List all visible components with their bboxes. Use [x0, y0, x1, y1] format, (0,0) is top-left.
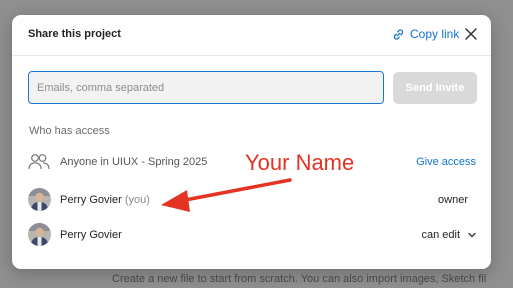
background-file-hint: Create a new file to start from scratch.…: [112, 273, 487, 285]
avatar: [28, 188, 51, 211]
role-dropdown[interactable]: can edit: [421, 229, 476, 241]
give-access-link[interactable]: Give access: [416, 156, 476, 168]
annotation-label: Your Name: [245, 150, 355, 175]
chevron-down-icon: [468, 232, 476, 238]
member-name: Perry Govier (you): [60, 194, 150, 206]
owner-role: owner: [438, 194, 468, 206]
copy-link-label: Copy link: [410, 27, 460, 41]
access-row-editor: Perry Govier can edit: [28, 220, 476, 250]
send-invite-button[interactable]: Send Invite: [393, 72, 477, 104]
member-name-text: Perry Govier: [60, 194, 122, 206]
role-dropdown-label: can edit: [421, 229, 460, 241]
access-row-owner: Perry Govier (you) owner: [28, 185, 476, 215]
share-dialog: Share this project Copy link Send Invite…: [12, 15, 491, 269]
member-name: Perry Govier: [60, 229, 122, 241]
group-label: Anyone in UIUX - Spring 2025: [60, 156, 208, 168]
close-icon[interactable]: [464, 27, 478, 41]
invite-email-input[interactable]: [28, 71, 384, 104]
avatar: [28, 223, 51, 246]
copy-link-button[interactable]: Copy link: [392, 27, 459, 41]
dialog-header: Share this project Copy link: [12, 15, 491, 56]
link-icon: [393, 28, 404, 40]
you-tag: (you): [124, 194, 150, 206]
access-heading: Who has access: [29, 125, 110, 137]
people-icon: [28, 154, 50, 170]
dialog-title: Share this project: [28, 28, 121, 40]
